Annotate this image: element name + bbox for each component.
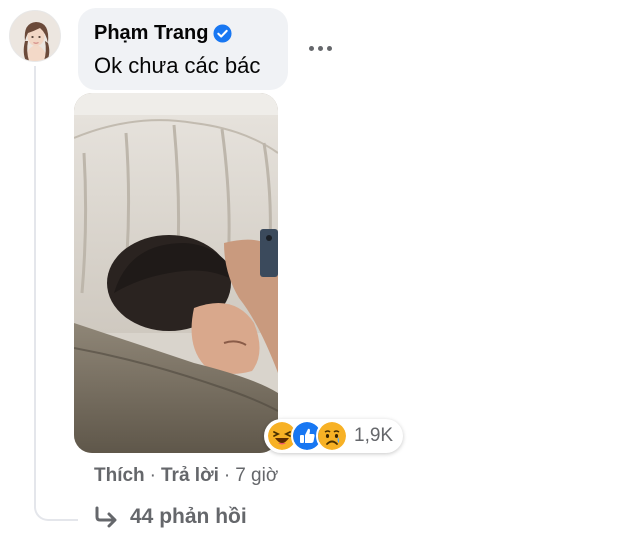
comment-bubble: Phạm Trang Ok chưa các bác xyxy=(78,8,288,90)
dot-icon xyxy=(317,45,323,51)
replies-count-label: 44 phản hồi xyxy=(130,505,247,528)
comment-actions: Thích · Trả lời · 7 giờ xyxy=(94,465,278,487)
reply-arrow-icon xyxy=(95,506,117,528)
reaction-count: 1,9K xyxy=(354,425,394,446)
profile-photo-avatar-icon xyxy=(10,11,60,61)
dot-icon xyxy=(326,45,332,51)
comment-text: Ok chưa các bác xyxy=(94,53,261,78)
reactions-summary[interactable]: 1,9K xyxy=(264,419,404,453)
reply-button[interactable]: Trả lời xyxy=(161,465,219,487)
separator: · xyxy=(149,465,156,486)
thread-connector xyxy=(34,66,78,521)
verified-badge-icon xyxy=(213,23,233,43)
sad-reaction-icon xyxy=(316,420,348,452)
comment-timestamp[interactable]: 7 giờ xyxy=(235,465,278,487)
dot-icon xyxy=(308,45,314,51)
like-button[interactable]: Thích xyxy=(94,465,145,487)
avatar[interactable] xyxy=(9,10,61,62)
photo-attachment[interactable] xyxy=(74,93,278,453)
more-options-button[interactable] xyxy=(303,36,337,60)
photo-attachment-image xyxy=(74,93,278,453)
author-name[interactable]: Phạm Trang xyxy=(94,22,208,45)
view-replies-button[interactable]: 44 phản hồi xyxy=(94,505,247,529)
separator: · xyxy=(223,465,231,486)
